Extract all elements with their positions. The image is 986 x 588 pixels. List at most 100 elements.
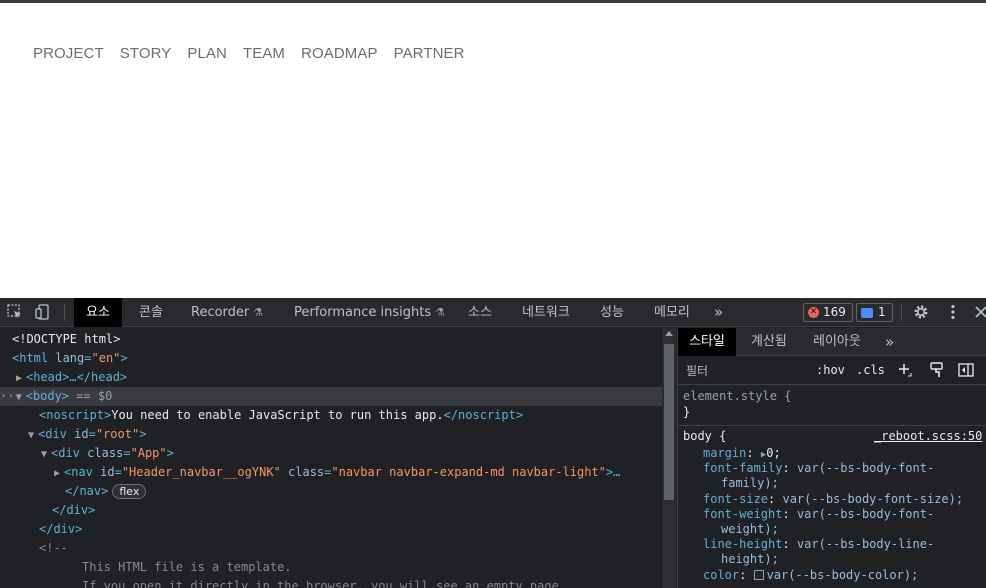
- nav-link-plan[interactable]: PLAN: [187, 45, 227, 63]
- body-selector[interactable]: body {: [683, 429, 726, 444]
- hov-toggle[interactable]: :hov: [816, 363, 845, 377]
- rule-divider: [678, 425, 986, 426]
- expand-triangle-icon[interactable]: ▶: [16, 369, 26, 388]
- rule-source-link[interactable]: _reboot.scss:50: [874, 429, 982, 444]
- tab-performance-insights[interactable]: Performance insights ⚗: [294, 298, 445, 327]
- prop-value: var(--bs-body-font-: [796, 461, 935, 475]
- error-icon: ✕: [808, 307, 819, 318]
- new-rule-plus-icon[interactable]: [896, 361, 914, 379]
- decl-font-weight[interactable]: font-weight: var(--bs-body-font-: [703, 507, 934, 522]
- nav-link-story[interactable]: STORY: [120, 45, 172, 63]
- error-count-badge[interactable]: ✕ 169: [803, 303, 853, 322]
- toolbar-divider: [64, 304, 65, 321]
- dom-nav[interactable]: ▶ <nav id="Header_navbar__ogYNK" class="n…: [54, 463, 620, 482]
- dom-div-root[interactable]: ▼ <div id="root">: [28, 425, 146, 444]
- id-attr: id: [74, 427, 89, 441]
- more-tabs-icon[interactable]: »: [714, 298, 723, 327]
- dom-doctype[interactable]: <!DOCTYPE html>: [12, 330, 120, 349]
- dom-comment-open[interactable]: <!--: [39, 539, 68, 558]
- noscript-close: </noscript>: [443, 408, 524, 422]
- decl-font-family[interactable]: font-family: var(--bs-body-font-: [703, 461, 934, 476]
- styles-filter-input[interactable]: [682, 360, 804, 381]
- tab-sources[interactable]: 소스: [468, 298, 492, 327]
- nav-id-value: "Header_navbar__ogYNK": [121, 465, 281, 479]
- tab-recorder[interactable]: Recorder ⚗: [191, 298, 263, 327]
- prop-name: font-size: [703, 492, 769, 506]
- expand-triangle-icon[interactable]: ▶: [54, 464, 64, 483]
- scroll-up-arrow-icon[interactable]: [665, 331, 673, 336]
- styles-tabbar: 스타일 계산됨 레이아웃 »: [678, 328, 986, 356]
- cls-toggle[interactable]: .cls: [856, 363, 885, 377]
- prop-value: var(--bs-body-font-size);: [782, 492, 964, 506]
- flex-badge[interactable]: flex: [112, 484, 147, 499]
- dom-noscript[interactable]: <noscript>You need to enable JavaScript …: [39, 406, 523, 425]
- dom-head[interactable]: ▶ <head>…</head>: [16, 368, 127, 387]
- dom-html[interactable]: <html lang="en">: [12, 349, 128, 368]
- element-style-selector[interactable]: element.style {: [683, 389, 791, 404]
- prop-name: color: [703, 568, 740, 582]
- message-count: 1: [878, 305, 886, 319]
- dom-nav-close[interactable]: </nav> flex: [65, 482, 147, 501]
- dom-body-selected[interactable]: ···▼ <body> == $0: [0, 387, 112, 406]
- source-link-text: _reboot.scss:50: [874, 429, 983, 443]
- prop-name: font-family: [703, 461, 783, 475]
- close-devtools-icon[interactable]: [972, 303, 986, 321]
- flask-icon: ⚗: [435, 306, 445, 319]
- dom-div-app-close[interactable]: </div>: [52, 501, 95, 520]
- tab-console[interactable]: 콘솔: [139, 298, 163, 327]
- more-tabs-icon[interactable]: »: [885, 328, 894, 356]
- collapse-triangle-icon[interactable]: ▼: [41, 445, 51, 464]
- devtools-panel: 요소 콘솔 Recorder ⚗ Performance insights ⚗ 소스…: [0, 298, 986, 588]
- message-count-badge[interactable]: 1: [856, 303, 893, 322]
- nav-link-roadmap[interactable]: ROADMAP: [301, 45, 378, 63]
- dom-div-app[interactable]: ▼ <div class="App">: [41, 444, 174, 463]
- prop-value-cont: weight);: [721, 522, 779, 536]
- prop-value: 0;: [766, 446, 781, 460]
- devtools-tabbar: 요소 콘솔 Recorder ⚗ Performance insights ⚗ 소스…: [0, 298, 986, 327]
- elements-scroll-thumb[interactable]: [664, 344, 674, 500]
- decl-line-height-cont: height);: [721, 552, 779, 567]
- tab-performance[interactable]: 성능: [600, 298, 624, 327]
- decl-font-size[interactable]: font-size: var(--bs-body-font-size);: [703, 492, 963, 507]
- tab-styles[interactable]: 스타일: [678, 328, 736, 356]
- nav-id-attr: id: [100, 465, 115, 479]
- page-viewport: PROJECT STORY PLAN TEAM ROADMAP PARTNER: [0, 0, 986, 298]
- color-swatch-icon[interactable]: [753, 570, 764, 580]
- doctype-text: <!DOCTYPE html>: [12, 332, 121, 346]
- tab-elements[interactable]: 요소: [74, 298, 122, 327]
- nav-class-attr: class: [288, 465, 325, 479]
- div-tag: <div: [51, 446, 80, 460]
- selector-text: element.style {: [683, 389, 792, 403]
- kebab-menu-icon[interactable]: [944, 303, 962, 321]
- site-navbar: PROJECT STORY PLAN TEAM ROADMAP PARTNER: [33, 45, 481, 63]
- close-brace: }: [683, 405, 691, 419]
- device-toolbar-icon[interactable]: [34, 303, 52, 321]
- noscript-open: <noscript>: [39, 408, 112, 422]
- dom-div-root-close[interactable]: </div>: [39, 520, 82, 539]
- decl-font-family-cont: family);: [721, 476, 779, 491]
- toggle-sidebar-icon[interactable]: [957, 361, 975, 379]
- tab-layout[interactable]: 레이아웃: [813, 328, 861, 356]
- nav-class-value: "navbar navbar-expand-md navbar-light": [331, 465, 606, 479]
- collapse-triangle-icon[interactable]: ▼: [28, 426, 38, 445]
- prop-value: var(--bs-body-line-: [796, 537, 935, 551]
- decl-line-height[interactable]: line-height: var(--bs-body-line-: [703, 537, 934, 552]
- flask-icon: ⚗: [253, 306, 264, 319]
- nav-link-team[interactable]: TEAM: [243, 45, 285, 63]
- dom-comment-line: If you open it directly in the browser, …: [82, 577, 566, 588]
- settings-gear-icon[interactable]: [912, 303, 930, 321]
- nav-link-partner[interactable]: PARTNER: [394, 45, 465, 63]
- decl-color[interactable]: color: var(--bs-body-color);: [703, 568, 918, 583]
- body-tag: <body>: [25, 389, 70, 403]
- inspect-element-icon[interactable]: [6, 303, 24, 321]
- comment-text: If you open it directly in the browser, …: [82, 579, 567, 588]
- tab-computed[interactable]: 계산됨: [751, 328, 787, 356]
- decl-margin[interactable]: margin: ▶0;: [703, 446, 781, 461]
- tab-network[interactable]: 네트워크: [522, 298, 570, 327]
- collapse-triangle-icon[interactable]: ▼: [16, 388, 26, 407]
- nav-link-project[interactable]: PROJECT: [33, 45, 104, 63]
- paint-roller-icon[interactable]: [928, 361, 946, 379]
- tab-memory[interactable]: 메모리: [654, 298, 690, 327]
- comment-open: <!--: [39, 541, 68, 555]
- nav-tag: <nav: [64, 465, 93, 479]
